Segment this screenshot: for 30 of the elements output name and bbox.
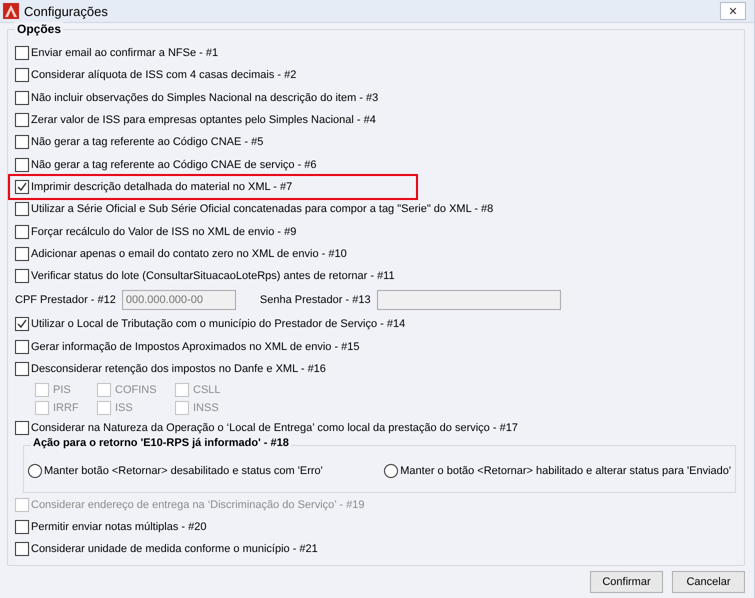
radio-option[interactable]: Manter botão <Retornar> desabilitado e status com 'Erro' <box>28 464 323 478</box>
option-checkbox[interactable]: Não gerar a tag referente ao Código CNAE de serviço - #6 <box>15 158 317 172</box>
option-checkbox[interactable]: Utilizar o Local de Tributação com o município do Prestador de Serviço - #14 <box>15 317 406 332</box>
option-checkbox[interactable]: Não gerar a tag referente ao Código CNAE - #5 <box>15 135 264 150</box>
option-checkbox[interactable]: Considerar unidade de medida conforme o município - #21 <box>15 542 318 556</box>
option-checkbox[interactable]: Forçar recálculo do Valor de ISS no XML de envio - #9 <box>15 224 296 239</box>
field-label: Senha Prestador - #13 <box>260 294 371 306</box>
app-logo-icon <box>3 3 19 19</box>
option-checkbox[interactable]: Imprimir descrição detalhada do material no XML - #7 <box>15 180 292 194</box>
field-label: CPF Prestador - #12 <box>15 294 116 306</box>
option-checkbox[interactable]: Verificar status do lote (ConsultarSituacaoLoteRps) antes de retornar - #11 <box>15 269 395 284</box>
checkmark-icon <box>16 180 28 193</box>
radio-group-title: Ação para o retorno 'E10-RPS já informado' - #18 <box>31 437 291 450</box>
group-title: Opções <box>15 22 64 36</box>
option-checkbox[interactable]: Utilizar a Série Oficial e Sub Série Oficial concatenadas para compor a tag "Serie" do XML - #8 <box>15 202 494 216</box>
close-button[interactable]: ✕ <box>720 2 746 20</box>
option-checkbox[interactable]: Zerar valor de ISS para empresas optantes pelo Simples Nacional - #4 <box>15 113 376 128</box>
dialog-button[interactable]: Cancelar <box>672 571 745 593</box>
option-checkbox[interactable]: Considerar na Natureza da Operação o ‘Local de Entrega’ como local da prestação do serviço - #17 <box>15 421 518 436</box>
option-checkbox[interactable]: Considerar alíquota de ISS com 4 casas decimais - #2 <box>15 68 296 82</box>
option-checkbox[interactable]: Permitir enviar notas múltiplas - #20 <box>15 520 206 534</box>
option-checkbox[interactable]: Adicionar apenas o email do contato zero no XML de envio - #10 <box>15 246 347 261</box>
option-checkbox[interactable]: Não incluir observações do Simples Nacional na descrição do item - #3 <box>15 90 378 105</box>
radio-option[interactable]: Manter o botão <Retornar> habilitado e alterar status para 'Enviado' <box>384 464 731 478</box>
option-checkbox[interactable]: Enviar email ao confirmar a NFSe - #1 <box>15 46 218 60</box>
dialog-button[interactable]: Confirmar <box>590 571 663 593</box>
window-title: Configurações <box>24 4 109 18</box>
option-checkbox[interactable]: Gerar informação de Impostos Aproximados no XML de envio - #15 <box>15 340 360 354</box>
option-checkbox[interactable]: Desconsiderar retenção dos impostos no Danfe e XML - #16 <box>15 362 326 376</box>
checkmark-icon <box>16 318 28 330</box>
